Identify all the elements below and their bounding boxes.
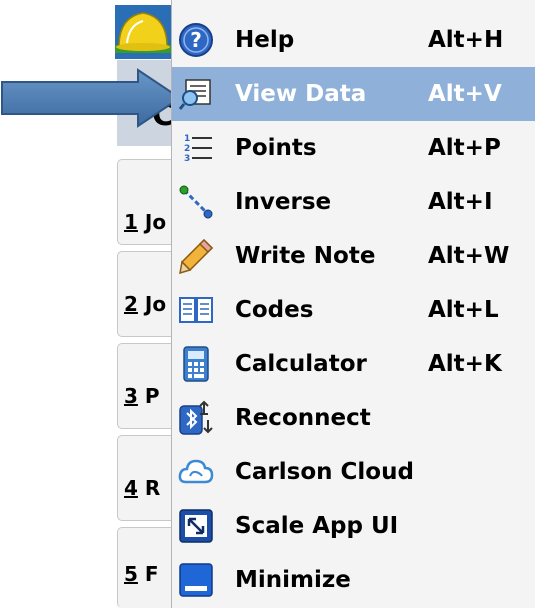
menu-item-help[interactable]: ? Help Alt+H [172,13,535,67]
menu-item-carlson-cloud[interactable]: Carlson Cloud [172,445,535,499]
bluetooth-reconnect-icon [179,400,213,435]
points-list-icon: 1 2 3 [184,134,212,164]
pointer-arrow-icon [1,68,182,128]
menu-item-label: Inverse [235,189,332,215]
svg-text:1: 1 [184,134,190,144]
context-menu: ? Help Alt+H View Data Alt+V 1 2 3 Point… [171,0,535,608]
menu-item-label: Reconnect [235,405,371,431]
menu-item-minimize[interactable]: Minimize [172,553,535,607]
menu-item-view-data[interactable]: View Data Alt+V [172,67,535,121]
menu-item-label: Write Note [235,243,376,269]
menu-item-shortcut: Alt+K [428,351,502,377]
menu-item-shortcut: Alt+H [428,27,504,53]
svg-text:2: 2 [184,144,190,154]
menu-item-shortcut: Alt+I [428,189,493,215]
scale-icon [179,509,213,543]
button-text: F [144,562,159,586]
button-text: R [144,476,161,500]
button-number: 4 [124,476,138,500]
menu-item-label: Calculator [235,351,367,377]
minimize-icon [179,563,213,597]
background-menu-button-1[interactable]: 1 Jo [117,159,177,245]
svg-text:?: ? [190,28,202,52]
menu-item-inverse[interactable]: Inverse Alt+I [172,175,535,229]
menu-item-points[interactable]: 1 2 3 Points Alt+P [172,121,535,175]
menu-item-codes[interactable]: Codes Alt+L [172,283,535,337]
view-data-icon [178,79,211,110]
background-menu-button-5[interactable]: 5 F [117,527,177,608]
book-icon [179,297,213,323]
help-icon: ? [179,23,213,57]
cloud-icon [178,459,214,484]
button-number: 2 [124,292,138,316]
menu-item-shortcut: Alt+W [428,243,510,269]
menu-item-write-note[interactable]: Write Note Alt+W [172,229,535,283]
inverse-icon [179,185,213,219]
menu-item-label: Points [235,135,317,161]
hard-hat-logo-icon[interactable] [113,3,173,61]
button-text: P [144,384,160,408]
menu-item-label: Minimize [235,567,351,593]
menu-item-label: Codes [235,297,314,323]
menu-item-label: Scale App UI [235,513,399,539]
menu-item-scale-app-ui[interactable]: Scale App UI [172,499,535,553]
menu-item-label: View Data [235,81,367,107]
button-text: Jo [144,210,167,234]
button-number: 5 [124,562,138,586]
pencil-icon [179,238,214,274]
menu-item-label: Help [235,27,295,53]
menu-item-shortcut: Alt+V [428,81,502,107]
svg-text:3: 3 [184,154,190,164]
menu-item-shortcut: Alt+P [428,135,501,161]
menu-item-shortcut: Alt+L [428,297,499,323]
button-number: 3 [124,384,138,408]
menu-item-calculator[interactable]: Calculator Alt+K [172,337,535,391]
background-menu-button-2[interactable]: 2 Jo [117,251,177,337]
button-text: Jo [144,292,167,316]
background-menu-button-3[interactable]: 3 P [117,343,177,429]
background-menu-button-4[interactable]: 4 R [117,435,177,521]
menu-item-label: Carlson Cloud [235,459,414,485]
button-number: 1 [124,210,138,234]
calculator-icon [183,346,209,382]
menu-item-reconnect[interactable]: Reconnect [172,391,535,445]
